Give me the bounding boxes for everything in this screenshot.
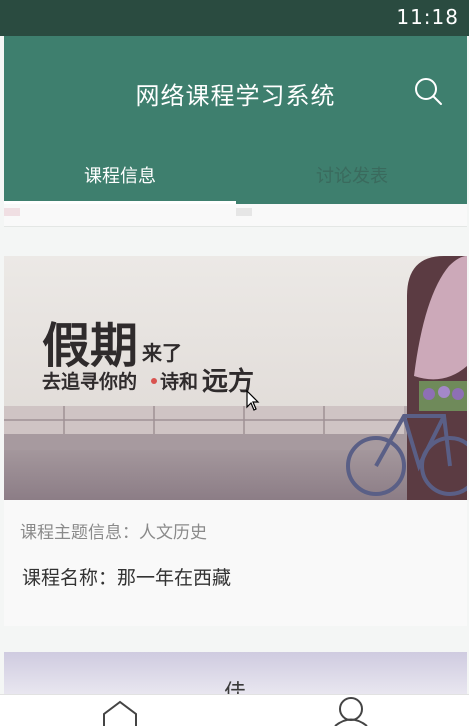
strip-mark	[236, 208, 252, 216]
banner-line2-a: 去追寻你的	[42, 370, 137, 393]
course-topic: 课程主题信息：人文历史	[20, 523, 207, 543]
status-bar: 11:18	[0, 0, 469, 36]
app-bar: 网络课程学习系统 课程信息 讨论发表	[4, 36, 467, 204]
course-banner-image: 佳	[4, 652, 467, 700]
search-icon[interactable]	[413, 76, 443, 106]
tab-discussion[interactable]: 讨论发表	[236, 162, 468, 188]
course-card[interactable]: 佳	[4, 652, 467, 700]
tab-course-info[interactable]: 课程信息	[4, 162, 236, 188]
banner-text-small: 来了	[141, 341, 182, 365]
banner-line2-b: 诗和	[160, 370, 198, 393]
app-title: 网络课程学习系统	[135, 82, 336, 110]
user-icon[interactable]	[333, 695, 369, 726]
content-top-strip	[4, 204, 467, 227]
course-banner-image: 假期 来了 去追寻你的 诗和 远方	[4, 256, 467, 500]
tab-bar: 课程信息 讨论发表	[4, 154, 467, 204]
banner-text-big: 假期	[42, 318, 138, 374]
home-icon[interactable]	[100, 700, 140, 726]
status-time: 11:18	[396, 5, 459, 29]
bottom-nav	[0, 694, 469, 726]
mouse-cursor-icon	[246, 390, 260, 411]
strip-mark	[4, 208, 20, 216]
course-name: 课程名称：那一年在西藏	[22, 567, 232, 589]
course-card[interactable]: 假期 来了 去追寻你的 诗和 远方 课程主题信息：人文历史 课程名称：那一年在西…	[4, 256, 467, 626]
